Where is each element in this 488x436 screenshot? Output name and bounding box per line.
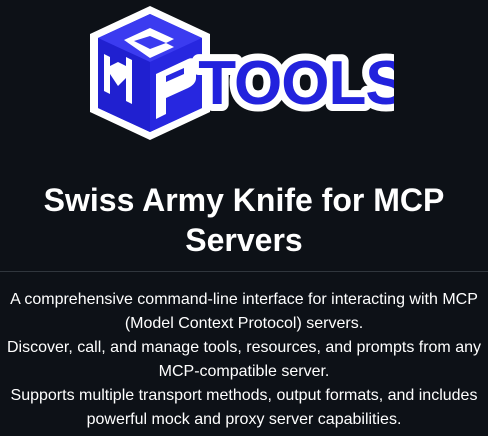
tools-wordmark: TOOLS TOOLS xyxy=(191,42,394,125)
divider xyxy=(0,271,488,272)
logo-image: TOOLS TOOLS xyxy=(90,6,394,140)
page-title: Swiss Army Knife for MCP Servers xyxy=(43,182,445,258)
mcp-tools-logo: TOOLS TOOLS xyxy=(88,4,394,144)
description-line: Supports multiple transport methods, out… xyxy=(10,387,478,428)
description-line: A comprehensive command-line interface f… xyxy=(10,291,478,332)
description-line: Discover, call, and manage tools, resour… xyxy=(7,339,481,380)
svg-text:TOOLS: TOOLS xyxy=(198,49,394,118)
cube-mark xyxy=(90,6,210,140)
description: A comprehensive command-line interface f… xyxy=(0,288,488,432)
